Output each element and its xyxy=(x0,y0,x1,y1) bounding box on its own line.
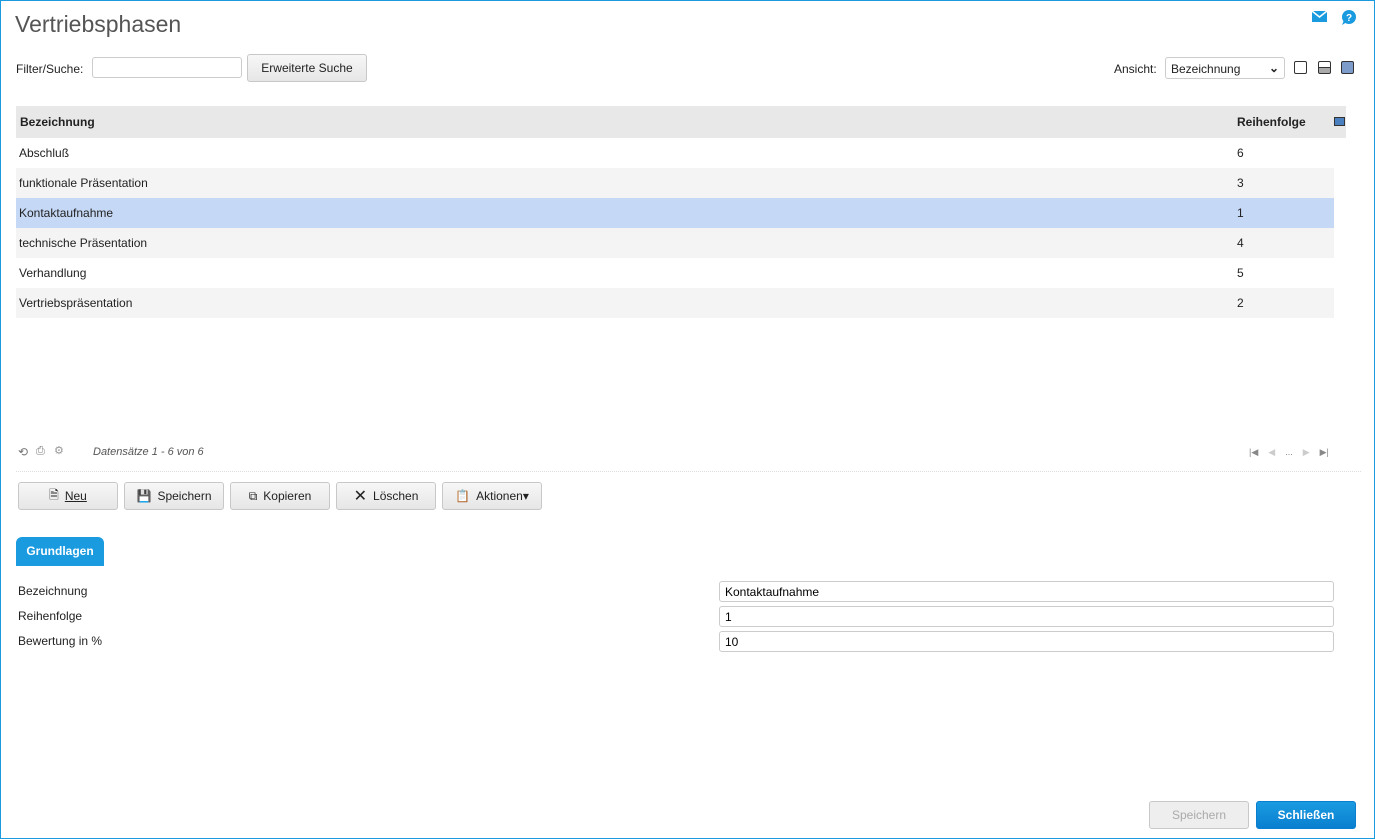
floppy-icon: 💾 xyxy=(136,489,152,503)
advanced-search-button[interactable]: Erweiterte Suche xyxy=(247,54,367,82)
clipboard-icon: 📋 xyxy=(455,489,471,503)
view-layout-1-icon[interactable] xyxy=(1294,61,1307,74)
filter-input[interactable] xyxy=(92,57,242,78)
actions-button[interactable]: 📋 Aktionen▾ xyxy=(442,482,542,510)
cell-reihenfolge: 2 xyxy=(1237,296,1244,310)
column-header-reihenfolge[interactable]: Reihenfolge xyxy=(1237,106,1306,138)
column-header-bezeichnung[interactable]: Bezeichnung xyxy=(20,106,95,138)
last-page-icon[interactable]: ▶| xyxy=(1320,447,1329,458)
footer-save-button[interactable]: Speichern xyxy=(1149,801,1249,829)
document-icon: 🗎 xyxy=(49,487,59,502)
prev-page-icon[interactable]: ◀ xyxy=(1268,447,1275,458)
view-label: Ansicht: xyxy=(1114,62,1157,76)
chevron-down-icon: ⌄ xyxy=(1268,61,1279,75)
form-field-input[interactable] xyxy=(719,581,1334,602)
new-label: Neu xyxy=(64,489,87,503)
copy-label: Kopieren xyxy=(263,489,312,503)
divider xyxy=(16,471,1361,472)
print-icon[interactable]: ⎙ xyxy=(36,445,45,458)
page-title: Vertriebsphasen xyxy=(15,11,182,37)
delete-button[interactable]: ✕ Löschen xyxy=(336,482,436,510)
table-row[interactable]: Kontaktaufnahme 1 xyxy=(16,198,1334,228)
save-button[interactable]: 💾 Speichern xyxy=(124,482,224,510)
filter-label: Filter/Suche: xyxy=(16,62,84,76)
cell-bezeichnung: technische Präsentation xyxy=(19,236,148,250)
table-row[interactable]: Vertriebspräsentation 2 xyxy=(16,288,1334,318)
cell-reihenfolge: 3 xyxy=(1237,176,1244,190)
view-select-value: Bezeichnung xyxy=(1171,62,1241,76)
cell-reihenfolge: 6 xyxy=(1237,146,1244,160)
table-row[interactable]: Verhandlung 5 xyxy=(16,258,1334,288)
view-layout-2-icon[interactable] xyxy=(1318,61,1331,74)
cell-bezeichnung: Kontaktaufnahme xyxy=(19,206,114,220)
save-label: Speichern xyxy=(157,489,212,503)
help-icon[interactable]: ? xyxy=(1341,10,1356,25)
delete-label: Löschen xyxy=(373,489,419,503)
settings-icon[interactable]: ⚙ xyxy=(54,444,64,457)
view-select[interactable]: Bezeichnung ⌄ xyxy=(1165,57,1285,79)
svg-text:?: ? xyxy=(1346,13,1352,24)
copy-icon: ⧉ xyxy=(248,488,258,503)
cell-reihenfolge: 4 xyxy=(1237,236,1244,250)
cell-bezeichnung: Verhandlung xyxy=(19,266,87,280)
cell-reihenfolge: 1 xyxy=(1237,206,1244,220)
copy-button[interactable]: ⧉ Kopieren xyxy=(230,482,330,510)
cell-reihenfolge: 5 xyxy=(1237,266,1244,280)
table-row[interactable]: Abschluß 6 xyxy=(16,138,1334,168)
first-page-icon[interactable]: |◀ xyxy=(1249,447,1258,458)
form-field-input[interactable] xyxy=(719,631,1334,652)
pager-ellipsis: ... xyxy=(1285,447,1293,457)
mail-icon[interactable] xyxy=(1312,11,1327,22)
table-row[interactable]: technische Präsentation 4 xyxy=(16,228,1334,258)
actions-label: Aktionen xyxy=(476,489,523,503)
pager: |◀ ◀... ▶ ▶| xyxy=(1249,447,1329,458)
column-chooser-icon[interactable] xyxy=(1334,117,1345,126)
field-label: Bezeichnung xyxy=(18,584,88,598)
next-page-icon[interactable]: ▶ xyxy=(1303,447,1310,458)
close-icon: ✕ xyxy=(353,488,368,505)
window: Vertriebsphasen ? Filter/Suche: Erweiter… xyxy=(0,0,1375,839)
cell-bezeichnung: funktionale Präsentation xyxy=(19,176,148,190)
view-layout-3-icon[interactable] xyxy=(1341,61,1354,74)
table-row[interactable]: funktionale Präsentation 3 xyxy=(16,168,1334,198)
tab-grundlagen[interactable]: Grundlagen xyxy=(16,537,104,566)
field-label: Reihenfolge xyxy=(18,609,83,623)
field-label: Bewertung in % xyxy=(18,634,103,648)
refresh-icon[interactable]: ⟲ xyxy=(18,445,28,459)
cell-bezeichnung: Abschluß xyxy=(19,146,70,160)
record-count: Datensätze 1 - 6 von 6 xyxy=(93,446,204,458)
table-header: Bezeichnung Reihenfolge xyxy=(16,106,1346,138)
close-button[interactable]: Schließen xyxy=(1256,801,1356,829)
new-button[interactable]: 🗎 Neu xyxy=(18,482,118,510)
cell-bezeichnung: Vertriebspräsentation xyxy=(19,296,133,310)
form-field-input[interactable] xyxy=(719,606,1334,627)
